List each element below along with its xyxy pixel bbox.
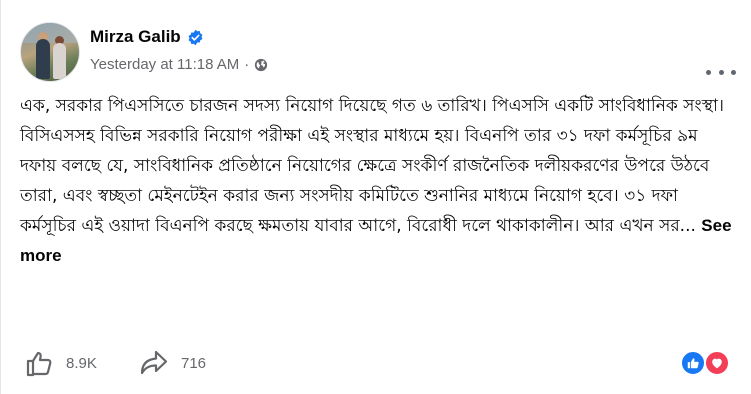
meta-separator: · [244,56,250,73]
like-count: 8.9K [66,354,97,372]
share-button[interactable]: 716 [139,348,206,378]
thumbs-up-icon [26,351,52,377]
reactions-summary[interactable] [680,350,734,376]
like-button[interactable]: 8.9K [24,348,97,378]
post-meta: Yesterday at 11:18 AM · [90,56,268,73]
post-header: Mirza Galib Yesterday at 11:18 AM · [20,22,736,86]
love-reaction-icon [704,350,730,376]
post-timestamp[interactable]: Yesterday at 11:18 AM [90,56,239,73]
dot-icon [731,69,736,75]
dot-icon [718,69,724,75]
left-border [0,0,11,394]
globe-icon[interactable] [254,58,268,72]
post-body: এক, সরকার পিএসসিতে চারজন সদস্য নিয়োগ দি… [20,91,732,271]
more-options-button[interactable] [706,64,736,80]
post-text: এক, সরকার পিএসসিতে চারজন সদস্য নিয়োগ দি… [20,96,724,236]
post-card: Mirza Galib Yesterday at 11:18 AM · এক, … [0,0,751,394]
like-reaction-icon [680,350,706,376]
share-count: 716 [181,354,207,372]
author-avatar[interactable] [20,22,80,82]
dot-icon [706,69,711,75]
verified-badge-icon [187,29,204,46]
post-actions: 8.9K 716 [24,348,734,378]
author-row: Mirza Galib [90,27,204,47]
share-arrow-icon [140,350,168,375]
author-name[interactable]: Mirza Galib [90,27,181,47]
